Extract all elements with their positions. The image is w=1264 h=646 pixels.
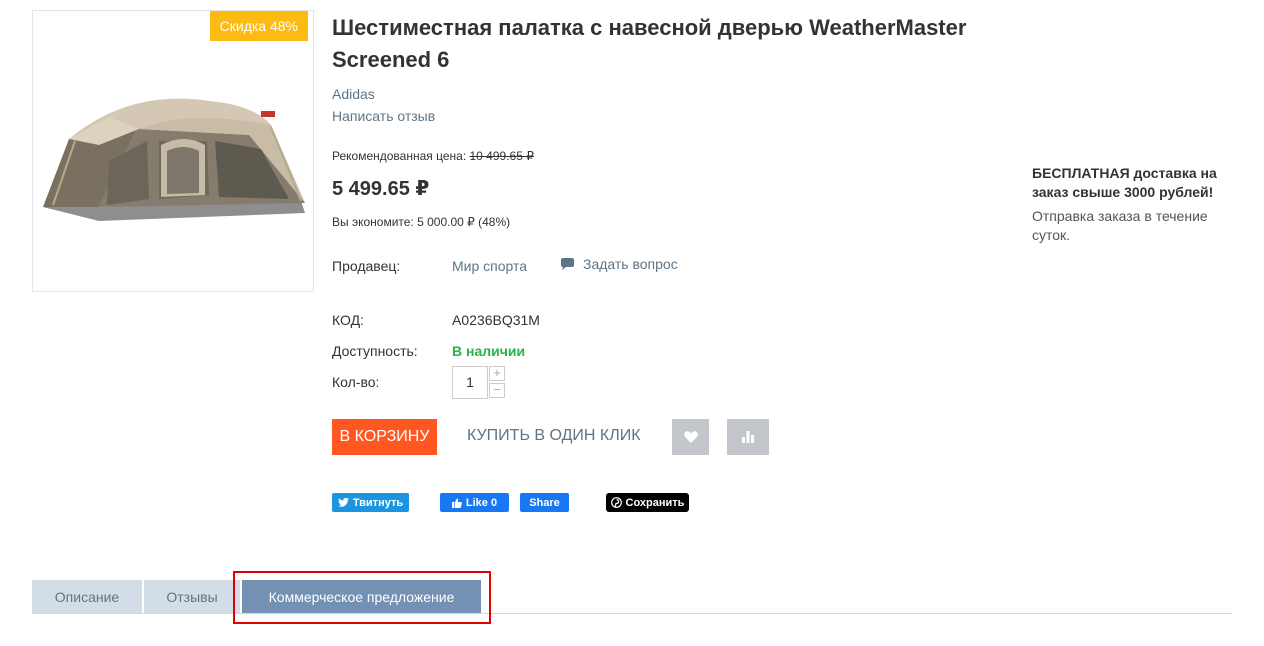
compare-button[interactable]: [727, 419, 769, 455]
bar-chart-icon: [742, 431, 754, 443]
product-title-line-2: Screened 6: [332, 47, 450, 72]
quantity-plus-button[interactable]: +: [489, 366, 505, 381]
product-title: Шестиместная палатка с навесной дверью W…: [332, 12, 972, 76]
brand-link[interactable]: Adidas: [332, 86, 375, 102]
tab-description[interactable]: Описание: [32, 580, 142, 613]
tweet-button[interactable]: Твитнуть: [332, 493, 409, 512]
recommended-price-label: Рекомендованная цена:: [332, 149, 467, 163]
seller-label: Продавец:: [332, 258, 401, 274]
quantity-label: Кол-во:: [332, 374, 380, 390]
free-delivery-title: БЕСПЛАТНАЯ доставка на заказ свыше 3000 …: [1032, 165, 1217, 200]
tweet-label: Твитнуть: [352, 496, 404, 509]
delivery-info-text: Отправка заказа в течение суток.: [1032, 208, 1208, 243]
thumbs-up-icon: [451, 498, 462, 508]
pinterest-icon: [610, 497, 622, 508]
product-title-line-1: Шестиместная палатка с навесной дверью W…: [332, 15, 967, 40]
code-label: КОД:: [332, 312, 364, 328]
ask-question-link[interactable]: Задать вопрос: [560, 256, 678, 272]
pinterest-save-label: Сохранить: [625, 496, 685, 509]
seller-link[interactable]: Мир спорта: [452, 258, 527, 274]
savings-text: Вы экономите: 5 000.00 ₽ (48%): [332, 215, 511, 229]
facebook-like-label: Like 0: [465, 496, 498, 509]
discount-badge: Скидка 48%: [209, 11, 308, 41]
buy-one-click-button[interactable]: КУПИТЬ В ОДИН КЛИК: [467, 427, 641, 445]
current-price: 5 499.65 ₽: [332, 178, 430, 200]
comment-icon: [561, 257, 574, 270]
code-value: A0236BQ31M: [452, 312, 540, 328]
recommended-price-value: 10 499.65 ₽: [469, 149, 534, 163]
facebook-share-button[interactable]: Share: [520, 493, 569, 512]
pinterest-save-button[interactable]: Сохранить: [606, 493, 689, 512]
twitter-bird-icon: [337, 498, 349, 507]
tab-reviews[interactable]: Отзывы: [144, 580, 240, 613]
tabs-divider: [32, 613, 1232, 614]
quantity-minus-button[interactable]: −: [489, 383, 505, 398]
tent-product-image: [43, 98, 305, 221]
product-image-box[interactable]: Скидка 48%: [32, 10, 314, 292]
facebook-like-button[interactable]: Like 0: [440, 493, 509, 512]
availability-label: Доступность:: [332, 343, 418, 359]
wishlist-button[interactable]: [672, 419, 709, 455]
quantity-input[interactable]: 1: [452, 366, 488, 399]
heart-icon: [683, 431, 698, 443]
ask-question-label: Задать вопрос: [583, 256, 678, 272]
add-to-cart-button[interactable]: В КОРЗИНУ: [332, 419, 437, 455]
highlight-frame: [233, 571, 491, 624]
availability-value: В наличии: [452, 343, 526, 359]
recommended-price: Рекомендованная цена: 10 499.65 ₽: [332, 149, 534, 163]
write-review-link[interactable]: Написать отзыв: [332, 108, 435, 124]
